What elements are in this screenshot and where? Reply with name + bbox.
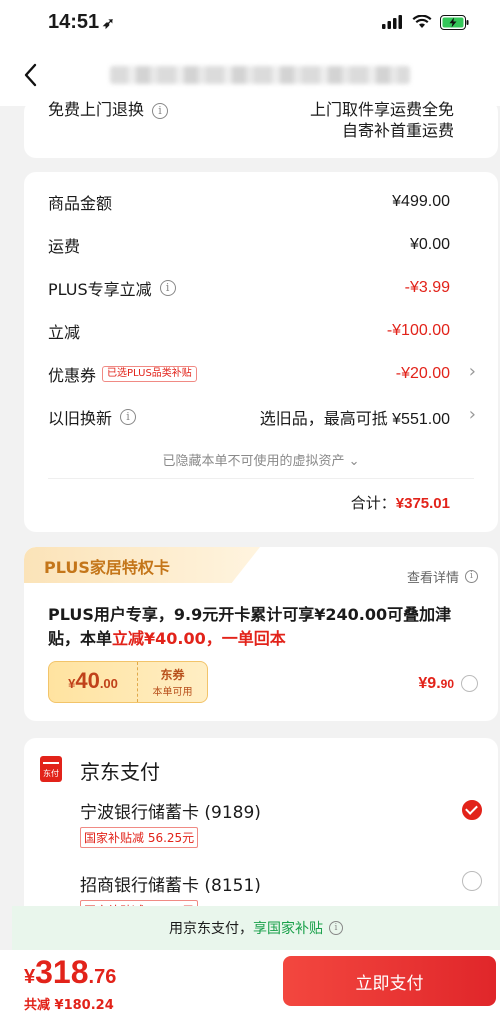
total-amount: ¥375.01 (395, 495, 450, 512)
pay-amount: ¥318.76 (24, 954, 117, 990)
price-row-label: 运费 (48, 237, 81, 256)
bank-option-cmb[interactable]: 招商银行储蓄卡 (8151) (80, 871, 261, 896)
wifi-icon (412, 15, 432, 28)
status-bar: 14:51 ➶ (0, 0, 500, 44)
jd-pay-icon: 东付 (40, 756, 62, 782)
price-row-value: -¥3.99 (404, 279, 450, 296)
price-row-value: 选旧品，最高可抵 ¥551.00 (259, 411, 450, 428)
plus-card: PLUS家居特权卡 查看详情 i PLUS用户专享，9.9元开卡累计可享¥240.… (24, 547, 498, 721)
return-policy-label: 免费上门退换 i (48, 96, 169, 120)
price-row-label: 商品金额 (48, 194, 113, 213)
blurred-page-title (110, 66, 410, 84)
price-row-trade-in[interactable]: 以旧换新 i 选旧品，最高可抵 ¥551.00 (48, 404, 450, 430)
selected-check-icon[interactable] (462, 800, 482, 820)
info-icon[interactable]: i (329, 921, 343, 935)
payment-title: 京东支付 (80, 760, 160, 784)
pay-now-button[interactable]: 立即支付 (283, 956, 496, 1006)
return-policy-note-2: 自寄补首重运费 (341, 121, 454, 140)
plus-card-title: PLUS家居特权卡 (44, 558, 170, 577)
chevron-down-icon: ⌄ (348, 454, 360, 469)
subsidy-highlight: 享国家补贴 (253, 921, 323, 937)
price-row-coupon[interactable]: 优惠券 已选PLUS品类补贴 -¥20.00 (48, 361, 450, 387)
price-row-value: -¥100.00 (386, 322, 450, 339)
divider (48, 478, 474, 479)
hidden-assets-toggle[interactable]: 已隐藏本单不可使用的虚拟资产 ⌄ (24, 450, 498, 469)
price-row-goods: 商品金额 ¥499.00 (48, 189, 450, 215)
subsidy-prefix: 用京东支付， (169, 921, 253, 937)
plus-coupon: ¥40.00 东券 本单可用 (48, 661, 208, 703)
order-total: 合计：¥375.01 (351, 492, 450, 513)
info-icon: i (465, 570, 478, 583)
price-row-instant-discount: 立减 -¥100.00 (48, 318, 450, 344)
price-row-value: ¥0.00 (409, 236, 450, 253)
price-row-value: -¥20.00 (395, 365, 450, 382)
price-row-shipping: 运费 ¥0.00 (48, 232, 450, 258)
checkout-bar: ¥318.76 共减 ¥180.24 立即支付 (0, 950, 500, 1023)
system-icons (382, 14, 470, 30)
subsidy-tag: 国家补贴减 56.25元 (80, 827, 199, 848)
bank-radio[interactable] (462, 871, 482, 891)
price-row-value: ¥499.00 (392, 193, 450, 210)
signal-icon (382, 15, 402, 29)
price-row-label: 优惠券 (48, 366, 97, 385)
location-arrow-icon: ➶ (102, 14, 115, 32)
battery-charging-icon (440, 14, 469, 30)
info-icon[interactable]: i (152, 102, 169, 119)
price-detail-card: 商品金额 ¥499.00 运费 ¥0.00 PLUS专享立减 i -¥3.99 立… (24, 172, 498, 532)
info-icon[interactable]: i (120, 409, 137, 425)
plus-card-highlight: 立减¥40.00，一单回本 (112, 629, 286, 648)
coupon-tag: 已选PLUS品类补贴 (102, 366, 197, 382)
chevron-right-icon[interactable]: › (469, 361, 476, 382)
info-icon[interactable]: i (159, 280, 176, 296)
clock: 14:51 ➶ (48, 10, 115, 33)
bank-option-ningbo[interactable]: 宁波银行储蓄卡 (9189) (80, 798, 261, 823)
view-details-link[interactable]: 查看详情 i (407, 567, 478, 586)
chevron-right-icon[interactable]: › (469, 404, 476, 425)
total-saved: 共减 ¥180.24 (24, 998, 114, 1013)
coupon-amount: ¥40.00 (68, 668, 118, 693)
coupon-type: 东券 本单可用 (137, 662, 207, 702)
price-row-label: 立减 (48, 323, 81, 342)
price-row-plus-discount: PLUS专享立减 i -¥3.99 (48, 275, 450, 301)
plus-card-price: ¥9.90 (418, 675, 454, 692)
price-row-label: 以旧换新 (48, 409, 113, 428)
plus-card-description: PLUS用户专享，9.9元开卡累计可享¥240.00可叠加津贴，本单立减¥40.… (48, 605, 452, 648)
chevron-left-icon (24, 63, 37, 87)
price-row-label: PLUS专享立减 (48, 280, 152, 299)
subsidy-banner[interactable]: 用京东支付， 享国家补贴 i (12, 906, 500, 950)
hidden-assets-label: 已隐藏本单不可使用的虚拟资产 (162, 454, 345, 469)
plus-card-radio[interactable] (461, 675, 478, 692)
return-policy-card: 免费上门退换 i 上门取件享运费全免 自寄补首重运费 (24, 100, 498, 158)
total-label: 合计： (350, 494, 396, 512)
